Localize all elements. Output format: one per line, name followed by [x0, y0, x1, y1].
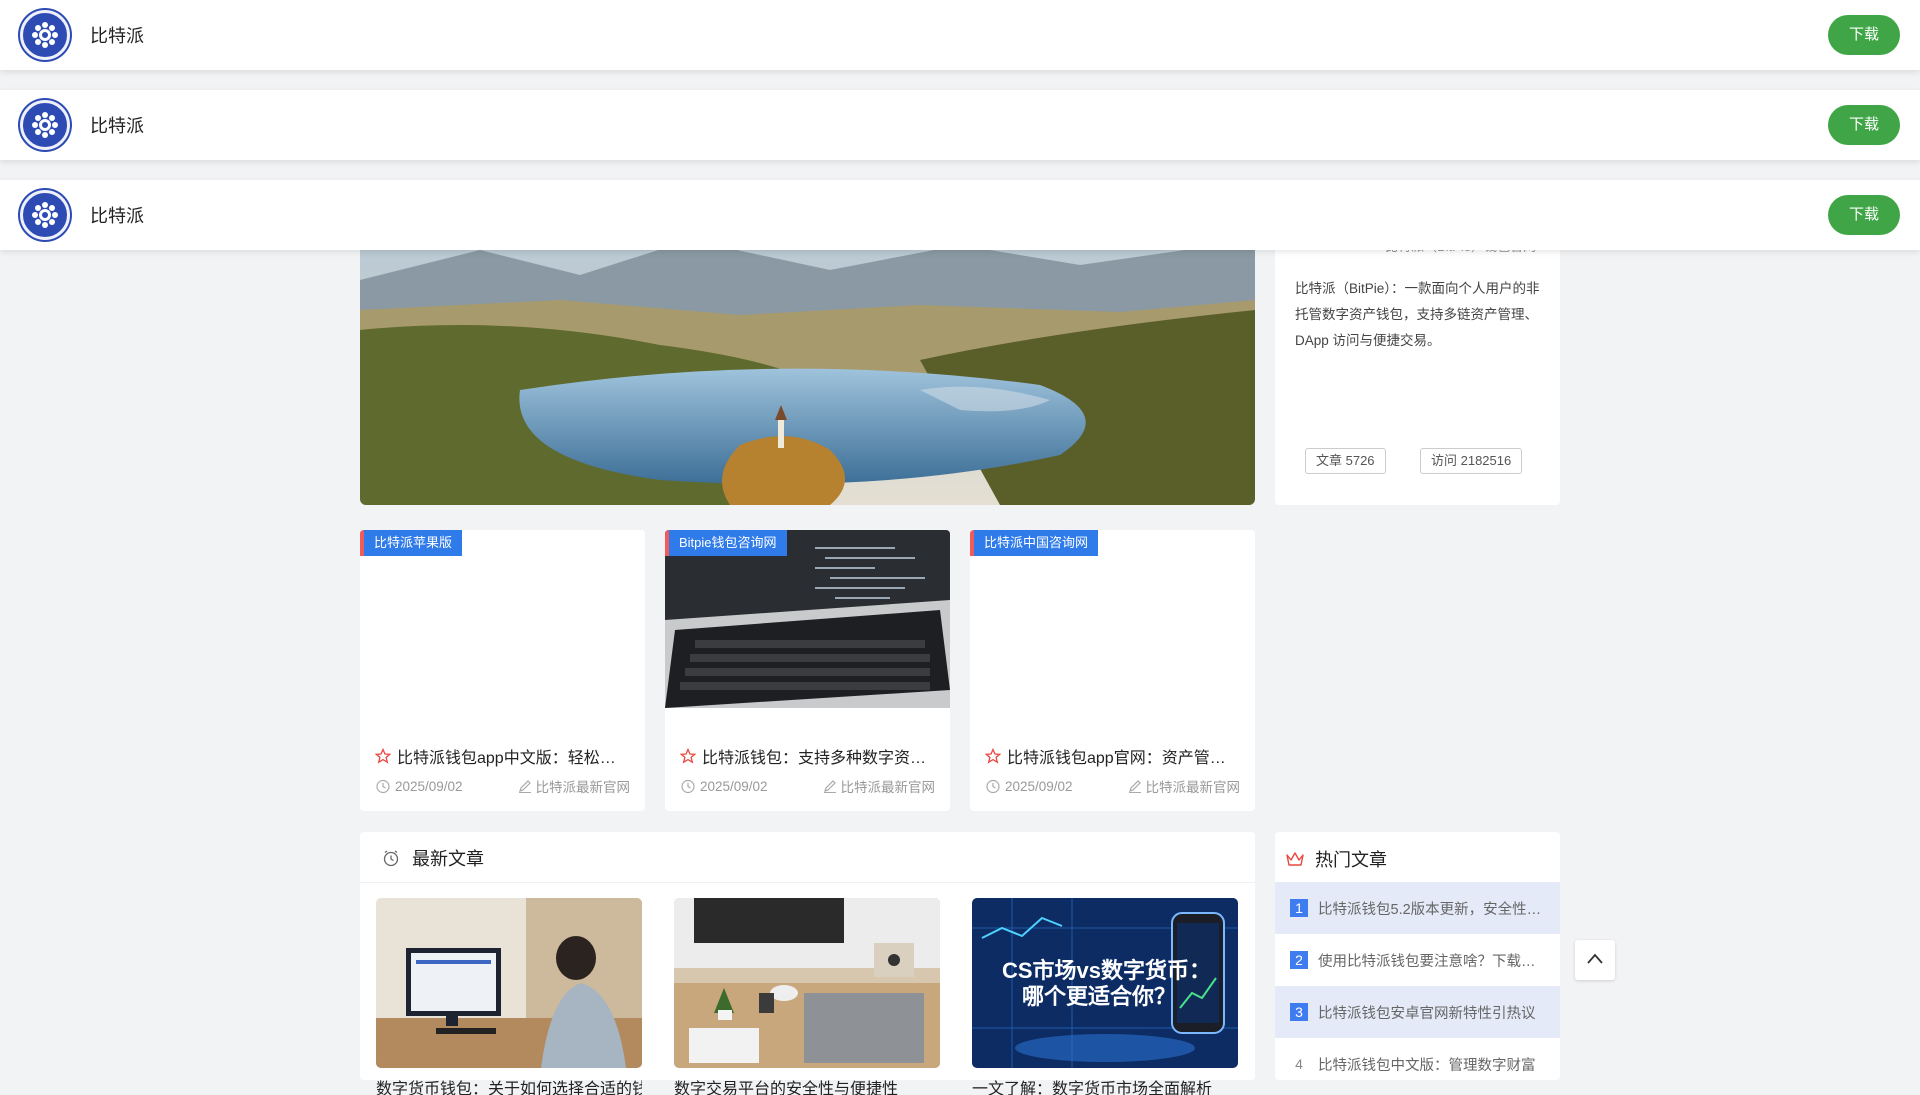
latest-article-title[interactable]: 数字货币钱包：关于如何选择合适的钱包: [376, 1075, 642, 1095]
hot-article-item[interactable]: 3 比特派钱包安卓官网新特性引热议: [1275, 986, 1560, 1038]
rank-badge: 1: [1290, 899, 1308, 917]
promo-line-2: 哪个更适合你？: [1022, 984, 1177, 1009]
category-tag[interactable]: 比特派苹果版: [360, 530, 463, 556]
hot-article-item[interactable]: 2 使用比特派钱包要注意啥？下载安装指南: [1275, 934, 1560, 986]
rank-badge: 2: [1290, 951, 1308, 969]
latest-article-image[interactable]: [674, 898, 940, 1068]
article-date: 2025/09/02: [1005, 778, 1073, 794]
latest-articles-section: 最新文章 数字货币钱包：关于如何选择合适的钱包 数字交易平台的安全性与便捷性 C…: [360, 832, 1255, 1095]
article-meta: 2025/09/02 比特派最新官网: [680, 776, 935, 796]
promo-line-1: CS市场vs数字货币：: [1002, 958, 1212, 983]
app-name: 比特派: [90, 116, 144, 136]
pen-icon: [823, 780, 836, 793]
bitpie-logo-icon: [20, 10, 70, 60]
article-thumbnail[interactable]: [360, 530, 645, 708]
hot-article-title[interactable]: 比特派钱包安卓官网新特性引热议: [1318, 1002, 1543, 1023]
bitpie-logo-icon: [20, 190, 70, 240]
hero-banner-image[interactable]: [360, 240, 1255, 505]
download-button[interactable]: 下载: [1828, 195, 1900, 235]
hot-article-item[interactable]: 4 比特派钱包中文版：管理数字财富: [1275, 1038, 1560, 1080]
article-title[interactable]: 比特派钱包：支持多种数字资产的安全钱包: [702, 744, 935, 768]
rank-badge: 3: [1290, 1003, 1308, 1021]
clock-icon: [986, 779, 1000, 794]
app-download-banner: 比特派 下载: [0, 0, 1920, 70]
section-heading: 最新文章: [382, 846, 484, 870]
clock-icon: [383, 850, 399, 867]
article-date: 2025/09/02: [700, 778, 768, 794]
latest-article-title[interactable]: 一文了解：数字货币市场全面解析: [972, 1075, 1238, 1095]
latest-heading: 最新文章: [412, 849, 484, 869]
latest-article-title[interactable]: 数字交易平台的安全性与便捷性: [674, 1075, 940, 1095]
app-name: 比特派: [90, 206, 144, 226]
latest-article-image[interactable]: CS市场vs数字货币： 哪个更适合你？: [972, 898, 1238, 1068]
profile-description: 比特派（BitPie）：一款面向个人用户的非托管数字资产钱包，支持多链资产管理、…: [1295, 281, 1540, 348]
pen-icon: [1128, 780, 1141, 793]
article-author[interactable]: 比特派最新官网: [841, 776, 936, 796]
promo-overlay-text: CS市场vs数字货币： 哪个更适合你？: [1002, 958, 1212, 1010]
star-icon: [680, 748, 696, 764]
article-card[interactable]: Bitpie钱包咨询网 比特派钱包：支持多种数字资产的安全钱包 2025/09/…: [665, 530, 950, 811]
back-to-top-button[interactable]: [1575, 940, 1615, 980]
hot-article-title[interactable]: 比特派钱包5.2版本更新，安全性全面提升: [1318, 898, 1543, 919]
article-author[interactable]: 比特派最新官网: [536, 776, 631, 796]
article-title-row[interactable]: 比特派钱包：支持多种数字资产的安全钱包: [680, 744, 935, 768]
article-title[interactable]: 比特派钱包app中文版：轻松管理数字资产: [397, 744, 630, 768]
article-author[interactable]: 比特派最新官网: [1146, 776, 1241, 796]
article-title[interactable]: 比特派钱包app官网：资产管理新选择: [1007, 744, 1240, 768]
clock-icon: [681, 779, 695, 794]
star-icon: [985, 748, 1001, 764]
visits-count-badge: 访问 2182516: [1420, 448, 1523, 474]
hot-heading: 热门文章: [1315, 850, 1387, 870]
article-thumbnail[interactable]: [665, 530, 950, 708]
article-meta: 2025/09/02 比特派最新官网: [375, 776, 630, 796]
app-name: 比特派: [90, 26, 144, 46]
hot-article-title[interactable]: 使用比特派钱包要注意啥？下载安装指南: [1318, 950, 1543, 971]
hot-articles-section: 热门文章 1 比特派钱包5.2版本更新，安全性全面提升 2 使用比特派钱包要注意…: [1275, 832, 1560, 1080]
article-meta: 2025/09/02 比特派最新官网: [985, 776, 1240, 796]
chevron-up-icon: [1587, 953, 1603, 964]
article-card[interactable]: 比特派苹果版 比特派钱包app中文版：轻松管理数字资产 2025/09/02 比…: [360, 530, 645, 811]
article-thumbnail[interactable]: [970, 530, 1255, 708]
category-tag[interactable]: Bitpie钱包咨询网: [665, 530, 787, 556]
bitpie-logo-icon: [20, 100, 70, 150]
pen-icon: [518, 780, 531, 793]
star-icon: [375, 748, 391, 764]
latest-article-image[interactable]: [376, 898, 642, 1068]
article-card[interactable]: 比特派中国咨询网 比特派钱包app官网：资产管理新选择 2025/09/02 比…: [970, 530, 1255, 811]
hot-article-item[interactable]: 1 比特派钱包5.2版本更新，安全性全面提升: [1275, 882, 1560, 934]
article-title-row[interactable]: 比特派钱包app官网：资产管理新选择: [985, 744, 1240, 768]
clock-icon: [376, 779, 390, 794]
download-button[interactable]: 下载: [1828, 105, 1900, 145]
crown-icon: [1286, 852, 1304, 866]
rank-badge: 4: [1295, 1056, 1303, 1072]
app-download-banner: 比特派 下载: [0, 90, 1920, 160]
download-button[interactable]: 下载: [1828, 15, 1900, 55]
app-download-banner: 比特派 下载: [0, 180, 1920, 250]
article-date: 2025/09/02: [395, 778, 463, 794]
category-tag[interactable]: 比特派中国咨询网: [970, 530, 1099, 556]
articles-count-badge: 文章 5726: [1305, 448, 1386, 474]
article-title-row[interactable]: 比特派钱包app中文版：轻松管理数字资产: [375, 744, 630, 768]
section-heading: 热门文章: [1285, 846, 1387, 872]
hot-article-title[interactable]: 比特派钱包中文版：管理数字财富: [1318, 1054, 1543, 1075]
